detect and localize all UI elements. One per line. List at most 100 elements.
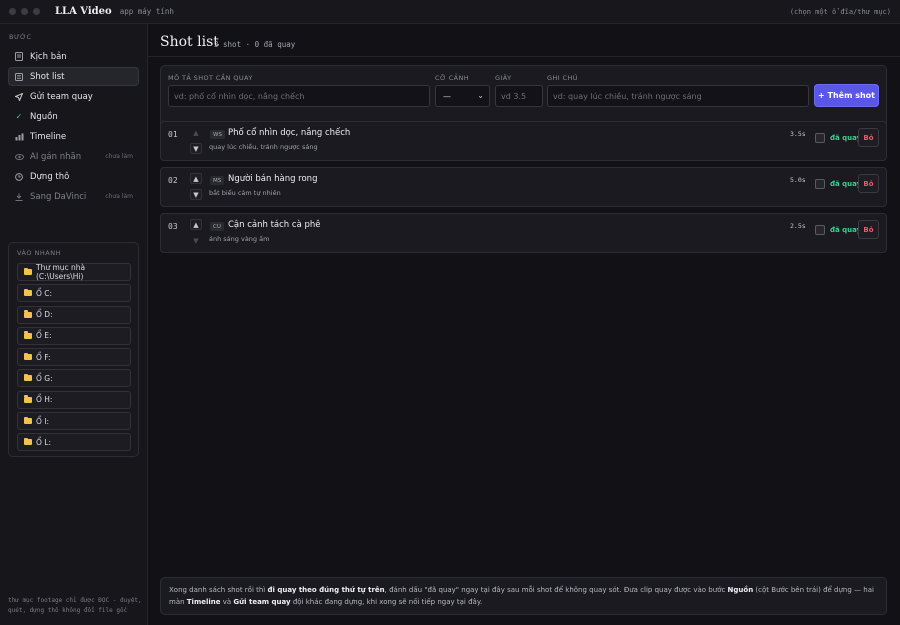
quick-item-drive-g[interactable]: Ổ G: (17, 369, 131, 388)
folder-icon (24, 288, 32, 297)
shot-number: 03 (168, 222, 178, 231)
sidebar-item-label: Timeline (30, 131, 67, 142)
maximize-window-dot[interactable] (33, 8, 40, 15)
add-shot-button[interactable]: + Thêm shot (814, 84, 879, 107)
folder-icon (24, 373, 32, 382)
folder-icon (24, 352, 32, 361)
shot-size-label: Cỡ cảnh (435, 74, 470, 82)
shot-count-summary: 3 shot · 0 đã quay (214, 40, 296, 49)
quick-access-label: Vào nhanh (17, 249, 61, 257)
folder-icon (24, 437, 32, 446)
move-up-button[interactable]: ▲ (190, 127, 202, 138)
sidebar-item-send-team[interactable]: Gửi team quay (8, 87, 139, 106)
move-down-button[interactable]: ▼ (190, 235, 202, 246)
eye-icon (14, 153, 24, 160)
sidebar-item-label: Shot list (30, 71, 65, 82)
document-icon (14, 52, 24, 61)
shot-done-label: đã quay (830, 134, 862, 142)
move-down-button[interactable]: ▼ (190, 143, 202, 154)
shot-size-tag: CU (210, 222, 224, 231)
sidebar-item-source[interactable]: ✓ Nguồn (8, 107, 139, 126)
quick-item-drive-e[interactable]: Ổ E: (17, 326, 131, 345)
quick-item-drive-c[interactable]: Ổ C: (17, 284, 131, 303)
shot-duration: 3.5s (790, 130, 806, 138)
quick-item-label: Ổ F: (36, 352, 51, 362)
seconds-label: Giây (495, 74, 512, 82)
minimize-window-dot[interactable] (21, 8, 28, 15)
shot-note: bắt biểu cảm tự nhiên (209, 189, 281, 197)
sidebar-item-shot-list[interactable]: Shot list (8, 67, 139, 86)
read-only-notice: thư mục footage chỉ được ĐỌC - duyệt, qu… (8, 597, 142, 614)
sidebar-item-rough-cut[interactable]: Dựng thô (8, 167, 139, 186)
quick-access-panel: Vào nhanh Thư mục nhà (C:\Users\Hi) Ổ C:… (8, 242, 139, 457)
seconds-input[interactable] (495, 85, 543, 107)
shot-number: 02 (168, 176, 178, 185)
quick-item-label: Ổ C: (36, 288, 53, 298)
remove-shot-button[interactable]: Bỏ (858, 128, 879, 147)
shot-note: quay lúc chiều, tránh ngược sáng (209, 143, 318, 151)
shot-done-checkbox[interactable] (815, 179, 825, 189)
sidebar-item-label: Dựng thô (30, 171, 70, 182)
shot-row: 02 ▲ ▼ MS Người bán hàng rong bắt biểu c… (160, 167, 887, 207)
description-label: Mô tả shot cần quay (168, 74, 253, 82)
shot-size-tag: WS (210, 130, 225, 139)
check-icon: ✓ (15, 112, 23, 121)
shot-done-checkbox[interactable] (815, 133, 825, 143)
quick-item-drive-h[interactable]: Ổ H: (17, 390, 131, 409)
folder-icon (24, 310, 32, 318)
sidebar-item-timeline[interactable]: Timeline (8, 127, 139, 146)
sidebar: Bước Kịch bản Shot list Gửi team quay ✓ … (0, 24, 148, 625)
shot-row: 03 ▲ ▼ CU Cận cảnh tách cà phê ánh sáng … (160, 213, 887, 253)
remove-shot-button[interactable]: Bỏ (858, 174, 879, 193)
shot-size-select[interactable]: — ⌄ (435, 85, 490, 107)
not-done-badge: chưa làm (105, 193, 133, 200)
shot-done-checkbox[interactable] (815, 225, 825, 235)
close-window-dot[interactable] (9, 8, 16, 15)
quick-item-label: Ổ I: (36, 416, 50, 426)
send-icon (14, 92, 24, 101)
info-text: , đánh dấu "đã quay" ngay tại đây sau mỗ… (384, 586, 728, 594)
download-icon (14, 193, 24, 201)
remove-shot-button[interactable]: Bỏ (858, 220, 879, 239)
move-up-button[interactable]: ▲ (190, 173, 202, 184)
shot-title: Cận cảnh tách cà phê (228, 220, 321, 230)
clock-icon (14, 172, 24, 181)
shot-done-label: đã quay (830, 226, 862, 234)
shot-done-label: đã quay (830, 180, 862, 188)
steps-nav: Kịch bản Shot list Gửi team quay ✓ Nguồn… (8, 47, 139, 207)
sidebar-item-label: AI gán nhãn (30, 151, 82, 162)
info-bold-text: đi quay theo đúng thứ tự trên (267, 586, 385, 594)
window-controls (9, 8, 40, 15)
sidebar-item-davinci[interactable]: Sang DaVinci chưa làm (8, 187, 139, 206)
quick-item-drive-d[interactable]: Ổ D: (17, 305, 131, 324)
sidebar-item-label: Kịch bản (30, 51, 67, 62)
quick-item-drive-i[interactable]: Ổ I: (17, 412, 131, 431)
page-header: Shot list 3 shot · 0 đã quay (148, 24, 900, 57)
quick-item-label: Ổ G: (36, 373, 53, 383)
sidebar-item-script[interactable]: Kịch bản (8, 47, 139, 66)
steps-label: Bước (9, 33, 32, 41)
quick-item-label: Ổ D: (36, 310, 53, 320)
note-label: Ghi chú (547, 74, 578, 82)
note-input[interactable] (547, 85, 809, 107)
folder-icon (24, 395, 32, 403)
shot-title: Phố cổ nhìn dọc, nắng chếch (228, 128, 351, 138)
move-down-button[interactable]: ▼ (190, 189, 202, 200)
app-subtitle: app máy tính (119, 7, 174, 16)
sidebar-item-ai-label[interactable]: AI gán nhãn chưa làm (8, 147, 139, 166)
quick-item-label: Thư mục nhà (C:\Users\Hi) (36, 263, 86, 281)
shot-row: 01 ▲ ▼ WS Phố cổ nhìn dọc, nắng chếch qu… (160, 121, 887, 161)
shot-description-input[interactable] (168, 85, 430, 107)
sidebar-item-label: Nguồn (30, 111, 58, 122)
info-bold-text: Nguồn (727, 586, 754, 594)
folder-hint: (chọn một ổ đĩa/thư mục) (789, 8, 891, 16)
shot-duration: 5.0s (790, 176, 806, 184)
move-up-button[interactable]: ▲ (190, 219, 202, 230)
app-title: LLA Video (55, 6, 112, 17)
quick-item-drive-l[interactable]: Ổ L: (17, 433, 131, 452)
quick-item-home[interactable]: Thư mục nhà (C:\Users\Hi) (17, 263, 131, 281)
shot-note: ánh sáng vàng ấm (209, 235, 270, 243)
shot-title: Người bán hàng rong (228, 174, 318, 184)
quick-item-label: Ổ E: (36, 331, 52, 341)
quick-item-drive-f[interactable]: Ổ F: (17, 348, 131, 367)
